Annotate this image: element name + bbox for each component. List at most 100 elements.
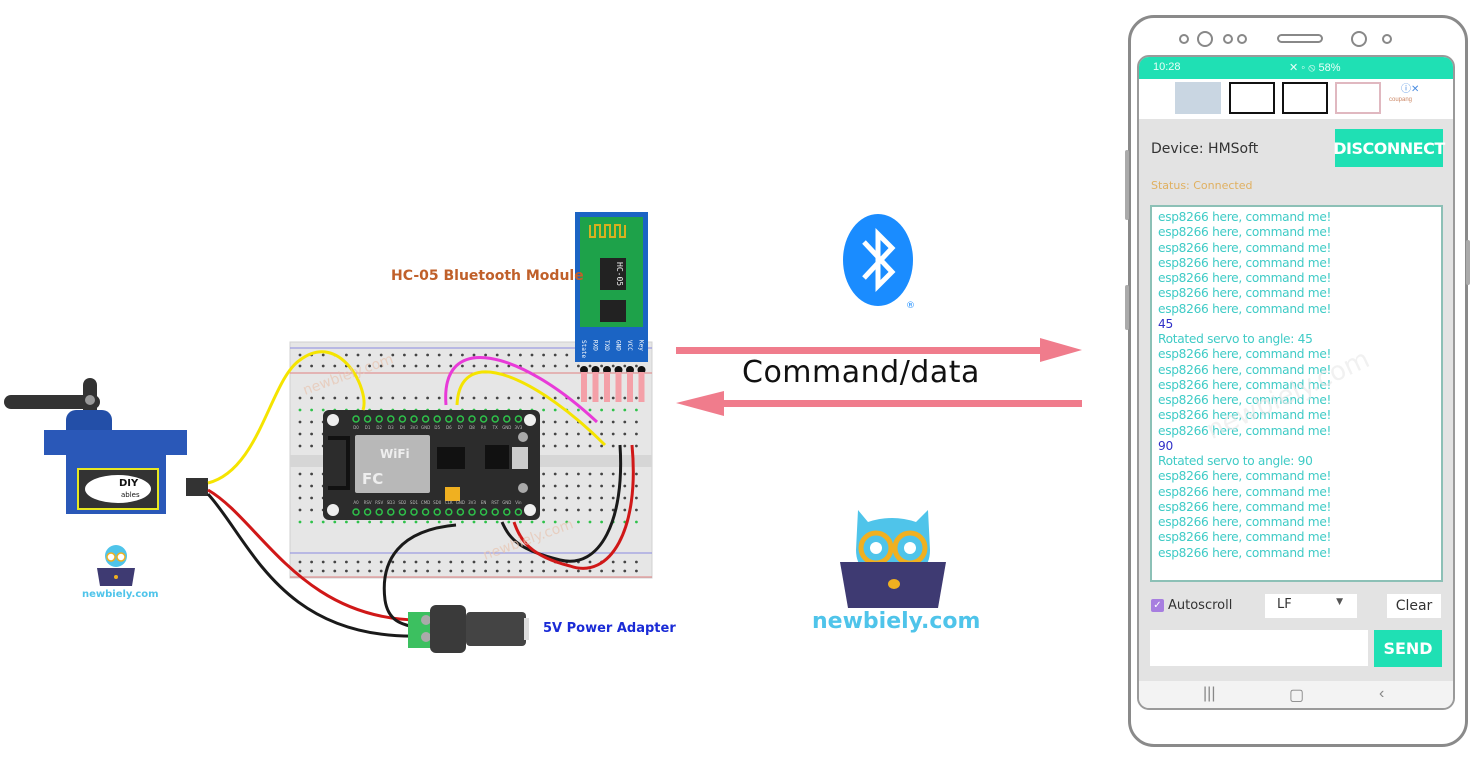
hc05-pin-label: State [580,340,587,358]
nodemcu-pin-label: GND [421,425,430,430]
nodemcu-pin-label: A0 [353,500,359,505]
ad-thumbnail[interactable] [1335,82,1381,114]
breadboard-hole [577,508,580,512]
monitor-line: esp8266 here, command me! [1158,545,1332,560]
back-icon[interactable]: ‹ [1379,685,1384,703]
breadboard-hole [600,408,603,412]
breadboard-hole [565,484,569,488]
breadboard-hole [623,420,627,424]
wiring-diagram: WiFi FC D0 D1 D2 D3 D4 3V3 GND D5 D6 D7 D8 RX TX GND 3… [4,212,653,653]
breadboard-hole [484,569,487,573]
breadboard-hole [310,508,313,512]
servo-motor: DIY ables [4,378,208,514]
breadboard-hole [368,569,371,573]
nodemcu-pin-label: GND [502,500,511,505]
breadboard-hole [437,520,441,524]
nodemcu-pin-label: D3 [388,425,394,430]
hc05-pin-leg [638,372,645,402]
clear-button[interactable]: Clear [1387,594,1441,618]
breadboard-hole [519,560,522,564]
breadboard-hole [310,432,313,436]
nodemcu-pin-label: D6 [446,425,452,430]
phone-side-button-left [1125,285,1129,330]
breadboard-hole [553,408,557,412]
breadboard-hole [611,569,615,573]
breadboard-hole [565,496,569,500]
nodemcu-esp8266-board: WiFi FC D0 D1 D2 D3 D4 3V3 GND D5 D6 D7 D8 RX TX GND 3… [323,410,540,520]
svg-text:®: ® [906,301,915,311]
breadboard-hole [553,496,557,500]
ad-thumbnail[interactable] [1175,82,1221,114]
breadboard-hole [542,432,545,436]
breadboard-hole [507,569,511,573]
breadboard-hole [449,364,453,368]
breadboard-hole [345,353,348,357]
breadboard-hole [461,520,464,524]
breadboard-hole [542,420,545,424]
breadboard-hole [321,560,325,564]
message-input[interactable] [1150,630,1368,666]
breadboard-hole [379,560,383,564]
breadboard-hole [368,520,371,524]
hc05-pin-leg [581,372,587,402]
autoscroll-checkbox[interactable]: ✓ Autoscroll [1151,598,1232,613]
home-icon[interactable]: ▢ [1289,685,1304,705]
breadboard-hole [588,484,592,488]
hc05-chip-text: HC-05 [615,262,624,286]
hc05-pin-label: VCC [626,340,633,351]
breadboard-hole [600,472,603,476]
breadboard-hole [298,364,302,368]
breadboard-hole [542,484,545,488]
breadboard-hole [542,496,545,500]
breadboard-hole [321,408,325,412]
breadboard-hole [635,496,638,500]
breadboard-hole [426,520,429,524]
monitor-line: esp8266 here, command me! [1158,255,1332,270]
breadboard-hole [449,353,453,357]
breadboard-hole [333,560,337,564]
power-adapter-label: 5V Power Adapter [543,621,676,636]
breadboard-hole [542,396,545,400]
monitor-line: esp8266 here, command me! [1158,423,1332,438]
breadboard-hole [577,496,580,500]
newbiely-owl-logo [840,510,946,608]
breadboard-hole [321,569,325,573]
breadboard-hole [623,484,627,488]
breadboard-hole [600,432,603,436]
breadboard-hole [565,420,569,424]
breadboard-hole [600,444,603,448]
ad-thumbnail[interactable] [1282,82,1328,114]
recent-apps-icon[interactable]: ||| [1203,685,1215,703]
breadboard-hole [553,569,557,573]
ad-close-icon[interactable]: ⓘ✕ [1401,80,1419,95]
breadboard-hole [553,432,557,436]
breadboard-hole [472,353,476,357]
nodemcu-pin-label: RSV [364,500,372,505]
breadboard-hole [600,508,603,512]
breadboard-hole [484,353,487,357]
breadboard-hole [356,520,360,524]
checkbox-checked-icon[interactable]: ✓ [1151,599,1164,612]
breadboard-hole [298,560,302,564]
ad-thumbnail[interactable] [1229,82,1275,114]
breadboard-hole [414,560,418,564]
line-ending-select[interactable]: LF ▼ [1265,594,1357,618]
breadboard-hole [588,508,592,512]
ad-banner[interactable]: ⓘ✕ coupang [1139,79,1453,119]
small-logo-text: newbiely.com [82,589,159,600]
send-button[interactable]: SEND [1374,630,1442,667]
breadboard-hole [588,364,592,368]
breadboard-hole [542,472,545,476]
hc05-pin-leg [604,372,610,402]
breadboard-hole [553,508,557,512]
breadboard-hole [507,560,511,564]
disconnect-button[interactable]: DISCONNECT [1333,129,1445,167]
breadboard-hole [495,353,499,357]
line-ending-value: LF [1277,597,1292,612]
breadboard-hole [588,408,592,412]
hc05-pin-label: Key [638,340,645,351]
battery-level: 58% [1318,62,1341,74]
breadboard-hole [298,396,302,400]
breadboard-hole [333,396,337,400]
breadboard-hole [310,472,313,476]
